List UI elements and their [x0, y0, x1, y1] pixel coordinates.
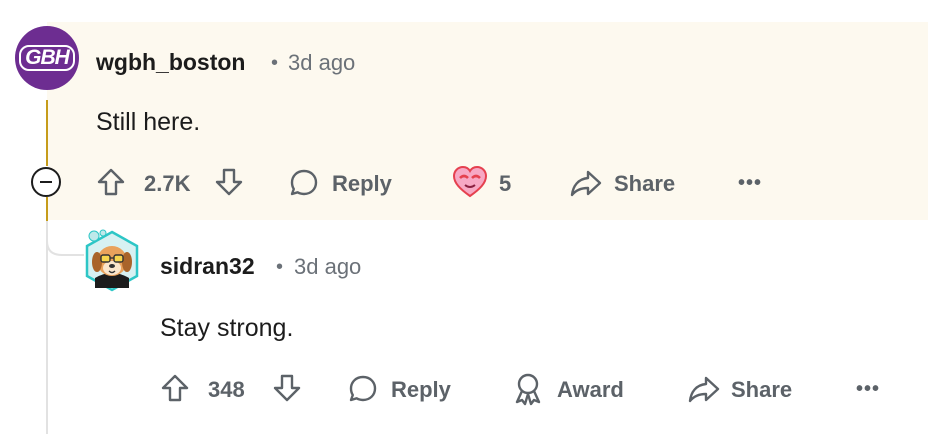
- heart-award-icon[interactable]: [452, 165, 488, 199]
- reply-more-options-button[interactable]: •••: [856, 378, 880, 401]
- reply-share-button[interactable]: Share: [731, 377, 792, 403]
- thread-line-lower[interactable]: [46, 197, 48, 221]
- reply-downvote-icon[interactable]: [272, 373, 302, 403]
- dog-avatar-icon: [85, 229, 139, 292]
- upvote-count: 2.7K: [144, 171, 191, 196]
- comment-timestamp[interactable]: 3d ago: [288, 50, 355, 76]
- reply-reply-button[interactable]: Reply: [391, 377, 451, 403]
- reply-connector: [46, 221, 84, 256]
- avatar-logo-text: GBH: [19, 45, 75, 71]
- share-icon[interactable]: [570, 168, 602, 198]
- reply-icon[interactable]: [288, 167, 320, 199]
- thread-line[interactable]: [46, 100, 48, 166]
- share-button[interactable]: Share: [614, 171, 675, 197]
- reply-timestamp[interactable]: 3d ago: [294, 254, 361, 280]
- collapse-thread-button[interactable]: [31, 167, 61, 197]
- reply-meta-separator: •: [276, 256, 284, 278]
- meta-separator: •: [271, 52, 279, 74]
- reply-body: Stay strong.: [160, 314, 294, 342]
- reply-avatar[interactable]: [83, 228, 141, 301]
- comment-body: Still here.: [96, 108, 201, 136]
- reply-upvote-icon[interactable]: [160, 373, 190, 403]
- award-button[interactable]: Award: [557, 377, 624, 403]
- reply-reply-icon[interactable]: [347, 373, 379, 405]
- downvote-icon[interactable]: [214, 167, 244, 197]
- avatar[interactable]: GBH: [15, 26, 79, 90]
- reply-button[interactable]: Reply: [332, 171, 392, 197]
- award-icon[interactable]: [512, 372, 544, 406]
- reply-share-icon[interactable]: [688, 374, 720, 404]
- award-count: 5: [499, 171, 512, 196]
- reply-upvote-count: 348: [208, 377, 245, 402]
- upvote-icon[interactable]: [96, 167, 126, 197]
- more-options-button[interactable]: •••: [738, 172, 762, 195]
- reply-username[interactable]: sidran32: [160, 253, 255, 280]
- comment-username[interactable]: wgbh_boston: [96, 49, 245, 76]
